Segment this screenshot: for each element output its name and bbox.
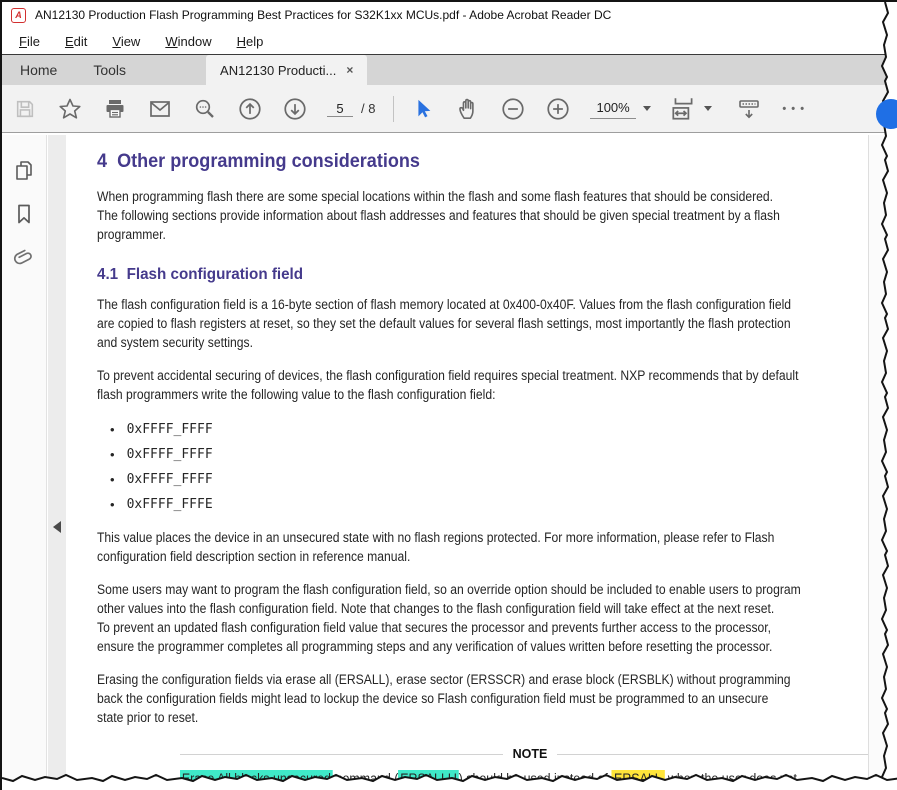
paragraph: Erasing the configuration fields via era… <box>97 672 791 725</box>
highlighted-text-cyan: Erase All blocks unsecured <box>180 770 333 787</box>
note-label: NOTE <box>512 747 548 761</box>
paragraph: This value places the device in an unsec… <box>97 530 775 564</box>
print-icon[interactable] <box>102 96 128 122</box>
chevron-down-icon[interactable] <box>642 106 651 111</box>
pdf-page: 4 Other programming considerations When … <box>66 135 897 790</box>
document-area: 4 Other programming considerations When … <box>2 135 897 790</box>
menu-edit[interactable]: Edit <box>56 30 96 53</box>
pane-splitter[interactable] <box>48 135 66 790</box>
tab-document-label: AN12130 Producti... <box>220 62 337 78</box>
tab-close-icon[interactable]: × <box>346 63 353 77</box>
page-number-input[interactable] <box>327 100 353 117</box>
save-icon[interactable] <box>12 96 38 122</box>
list-item: 0xFFFF_FFFE <box>110 497 897 512</box>
email-icon[interactable] <box>147 96 173 122</box>
previous-page-icon[interactable] <box>237 96 263 122</box>
next-page-icon[interactable] <box>282 96 308 122</box>
bookmarks-icon[interactable] <box>11 201 37 227</box>
note-text-segment: command ( <box>332 771 399 786</box>
page-total-label: / 8 <box>361 100 376 116</box>
zoom-in-icon[interactable] <box>545 96 571 122</box>
menu-help[interactable]: Help <box>228 30 273 53</box>
paragraph: To prevent accidental securing of device… <box>97 368 799 402</box>
paragraph: When programming flash there are some sp… <box>97 189 780 242</box>
select-tool-icon[interactable] <box>410 96 436 122</box>
page-thumbnails-icon[interactable] <box>11 157 37 183</box>
tab-tools[interactable]: Tools <box>75 55 144 85</box>
zoom-level-control[interactable]: 100% <box>590 98 651 119</box>
tab-home[interactable]: Home <box>2 55 75 85</box>
zoom-out-icon[interactable] <box>500 96 526 122</box>
star-icon[interactable] <box>57 96 83 122</box>
hand-tool-icon[interactable] <box>455 96 481 122</box>
note-block: NOTE Erase All blocks unsecured command … <box>180 747 881 790</box>
list-item: 0xFFFF_FFFF <box>110 472 897 487</box>
reading-mode-icon[interactable] <box>736 96 762 122</box>
paragraph: Some users may want to program the flash… <box>97 582 801 654</box>
menu-bar: File Edit View Window Help <box>2 28 897 55</box>
chevron-down-icon[interactable] <box>703 106 712 111</box>
note-header: NOTE <box>180 747 881 761</box>
menu-file[interactable]: File <box>10 30 49 53</box>
page-number-group: / 8 <box>327 100 376 117</box>
acrobat-pdf-icon: A <box>11 7 26 23</box>
highlighted-text-yellow: ERSALL <box>611 770 665 787</box>
tab-document[interactable]: AN12130 Producti... × <box>206 55 368 85</box>
search-zoom-icon[interactable] <box>192 96 218 122</box>
attachments-icon[interactable] <box>11 245 37 271</box>
note-rule-right <box>557 753 881 755</box>
note-rule-left <box>180 753 503 755</box>
list-item: 0xFFFF_FFFF <box>110 447 897 462</box>
collapse-pane-icon[interactable] <box>53 521 61 533</box>
section-heading: 4 Other programming considerations <box>97 151 420 172</box>
toolbar-separator <box>393 95 395 122</box>
note-text-segment: ) should be used instead of <box>458 771 612 786</box>
navigation-pane <box>2 135 47 790</box>
value-list: 0xFFFF_FFFF 0xFFFF_FFFF 0xFFFF_FFFF 0xFF… <box>110 422 897 512</box>
scrollbar-area[interactable] <box>869 135 897 790</box>
tab-bar: Home Tools AN12130 Producti... × <box>2 55 897 85</box>
menu-window[interactable]: Window <box>156 30 220 53</box>
more-tools-icon[interactable]: • • • <box>781 96 807 122</box>
fit-width-control[interactable] <box>669 94 712 124</box>
zoom-level-value[interactable]: 100% <box>590 98 636 119</box>
menu-view[interactable]: View <box>103 30 149 53</box>
list-item: 0xFFFF_FFFF <box>110 422 897 437</box>
subsection-heading: 4.1 Flash configuration field <box>97 266 304 283</box>
note-text: Erase All blocks unsecured command (ERSA… <box>180 769 824 790</box>
highlighted-text-cyan: ERSALLU <box>398 770 459 787</box>
title-bar: A AN12130 Production Flash Programming B… <box>2 2 897 28</box>
window-title: AN12130 Production Flash Programming Bes… <box>35 8 612 22</box>
paragraph: The flash configuration field is a 16-by… <box>97 297 792 350</box>
acrobat-window: A AN12130 Production Flash Programming B… <box>0 0 897 790</box>
main-toolbar: / 8 100% <box>2 85 897 133</box>
